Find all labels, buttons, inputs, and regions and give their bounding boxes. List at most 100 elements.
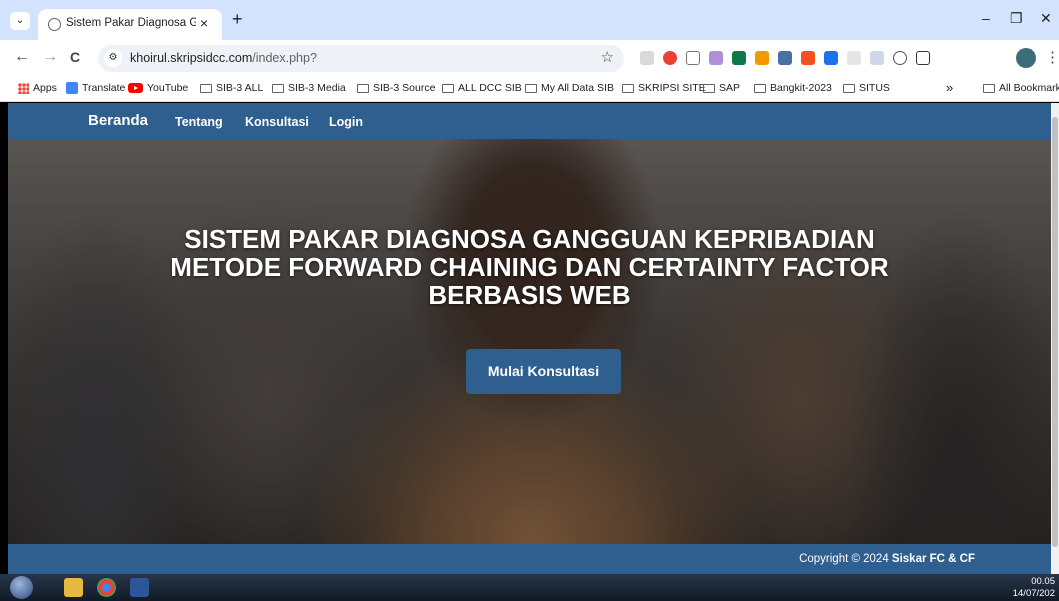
extensions-row — [640, 49, 930, 67]
bookmark-skripsi-site[interactable]: SKRIPSI SITE — [622, 82, 706, 94]
tab-close-icon[interactable]: × — [200, 15, 208, 31]
nav-link-login[interactable]: Login — [329, 115, 363, 129]
bookmark-sib3-source[interactable]: SIB-3 Source — [357, 82, 435, 94]
file-explorer-icon[interactable] — [64, 578, 83, 597]
chrome-taskbar-icon[interactable] — [97, 578, 116, 597]
bookmark-sap[interactable]: SAP — [703, 82, 740, 94]
bookmark-label: ALL DCC SIB — [458, 82, 522, 94]
extension-cap-icon[interactable] — [824, 51, 838, 65]
bookmark-apps[interactable]: Apps — [18, 82, 57, 94]
nav-link-tentang[interactable]: Tentang — [175, 115, 223, 129]
bookmark-label: All Bookmarks — [999, 82, 1059, 94]
copyright-brand: Siskar FC & CF — [891, 553, 975, 565]
site-navbar: Beranda Tentang Konsultasi Login — [8, 103, 1051, 139]
screen: ⌄ Sistem Pakar Diagnosa Ganggu × + – ❐ ✕… — [0, 0, 1059, 601]
bookmark-label: Apps — [33, 82, 57, 94]
youtube-icon — [128, 83, 143, 93]
bookmark-bangkit-2023[interactable]: Bangkit-2023 — [754, 82, 832, 94]
bookmark-my-all-data-sib[interactable]: My All Data SIB — [525, 82, 614, 94]
bookmarks-overflow-icon[interactable]: » — [946, 80, 953, 95]
bookmark-sib3-all[interactable]: SIB-3 ALL — [200, 82, 263, 94]
bookmark-situs[interactable]: SITUS — [843, 82, 890, 94]
bookmark-translate[interactable]: Translate — [66, 82, 125, 94]
back-arrow-icon[interactable]: ← — [14, 48, 30, 66]
bookmark-label: SIB-3 ALL — [216, 82, 264, 94]
url-host: khoirul.skripsidcc.com — [130, 51, 253, 65]
profile-avatar-icon[interactable] — [1016, 48, 1036, 68]
page-scrollbar[interactable] — [1051, 103, 1059, 574]
folder-icon — [200, 83, 212, 93]
nav-brand-beranda[interactable]: Beranda — [88, 112, 148, 129]
new-tab-icon[interactable]: + — [232, 9, 243, 30]
bookmark-sib3-media[interactable]: SIB-3 Media — [272, 82, 346, 94]
downloads-icon[interactable] — [893, 51, 907, 65]
start-button-icon[interactable] — [10, 576, 33, 599]
web-page-viewport: Beranda Tentang Konsultasi Login SISTEM … — [8, 103, 1051, 574]
extension-box-icon[interactable] — [870, 51, 884, 65]
forward-arrow-icon[interactable]: → — [42, 48, 58, 66]
bookmark-label: Bangkit-2023 — [770, 82, 832, 94]
bookmark-label: Translate — [82, 82, 126, 94]
bookmark-star-icon[interactable]: ☆ — [601, 48, 614, 66]
window-close-icon[interactable]: ✕ — [1040, 10, 1052, 27]
bookmark-all-dcc-sib[interactable]: ALL DCC SIB — [442, 82, 522, 94]
tab-search-chevron-icon[interactable]: ⌄ — [10, 12, 30, 30]
site-footer: Copyright © 2024 Siskar FC & CF — [8, 544, 1051, 574]
bookmark-label: SIB-3 Media — [288, 82, 346, 94]
folder-icon — [843, 83, 855, 93]
windows-taskbar: 00.05 14/07/202 — [0, 574, 1059, 601]
nav-link-konsultasi[interactable]: Konsultasi — [245, 115, 309, 129]
hero-background-photo — [8, 139, 1051, 544]
bookmark-all-bookmarks[interactable]: All Bookmarks — [983, 82, 1059, 94]
bookmark-label: My All Data SIB — [541, 82, 614, 94]
bookmark-label: SITUS — [859, 82, 890, 94]
folder-icon — [357, 83, 369, 93]
browser-toolbar: ← → C ⚙ khoirul.skripsidcc.com/index.php… — [0, 40, 1059, 76]
extension-grid-icon[interactable] — [640, 51, 654, 65]
bookmark-label: YouTube — [147, 82, 189, 94]
bookmark-youtube[interactable]: YouTube — [128, 82, 188, 94]
tab-title: Sistem Pakar Diagnosa Ganggu — [66, 17, 196, 29]
scrollbar-thumb[interactable] — [1052, 117, 1058, 547]
hero-title-line: METODE FORWARD CHAINING DAN CERTAINTY FA… — [170, 252, 889, 282]
folder-icon — [754, 83, 766, 93]
bookmarks-bar: Apps Translate YouTube SIB-3 ALL SIB-3 M… — [0, 76, 1059, 102]
minimize-icon[interactable]: – — [982, 10, 990, 26]
extension-crosshair-icon[interactable] — [686, 51, 700, 65]
globe-favicon-icon — [48, 18, 61, 31]
restore-icon[interactable]: ❐ — [1010, 10, 1023, 27]
start-consultation-button[interactable]: Mulai Konsultasi — [466, 349, 621, 394]
extension-frame-icon[interactable] — [847, 51, 861, 65]
copyright-text: Copyright © 2024 Siskar FC & CF — [799, 553, 975, 565]
bookmark-label: SAP — [719, 82, 741, 94]
site-info-icon[interactable]: ⚙ — [104, 49, 122, 67]
folder-icon — [703, 83, 715, 93]
extension-person-icon[interactable] — [801, 51, 815, 65]
folder-icon — [622, 83, 634, 93]
bookmark-label: SKRIPSI SITE — [638, 82, 706, 94]
folder-icon — [442, 83, 454, 93]
reload-icon[interactable]: C — [70, 49, 80, 65]
extension-rocket-icon[interactable] — [755, 51, 769, 65]
url-text: khoirul.skripsidcc.com/index.php? — [130, 51, 317, 65]
extension-badge-icon[interactable] — [732, 51, 746, 65]
address-bar[interactable]: ⚙ khoirul.skripsidcc.com/index.php? ☆ — [98, 45, 624, 72]
apps-grid-icon — [18, 82, 29, 94]
browser-tab-active[interactable]: Sistem Pakar Diagnosa Ganggu × — [38, 9, 222, 40]
hero-title: SISTEM PAKAR DIAGNOSA GANGGUAN KEPRIBADI… — [128, 225, 931, 309]
extensions-puzzle-icon[interactable] — [916, 51, 930, 65]
extension-doc-icon[interactable] — [778, 51, 792, 65]
clock-time: 00.05 — [1031, 576, 1055, 587]
browser-tab-strip: ⌄ Sistem Pakar Diagnosa Ganggu × + – ❐ ✕ — [0, 0, 1059, 40]
bookmark-label: SIB-3 Source — [373, 82, 436, 94]
extension-color-icon[interactable] — [663, 51, 677, 65]
folder-icon — [272, 83, 284, 93]
system-clock[interactable]: 00.05 14/07/202 — [1013, 576, 1055, 600]
word-taskbar-icon[interactable] — [130, 578, 149, 597]
copyright-prefix: Copyright © 2024 — [799, 553, 892, 565]
browser-menu-icon[interactable]: ⋮ — [1045, 48, 1059, 66]
folder-icon — [983, 83, 995, 93]
extension-puzzle-icon[interactable] — [709, 51, 723, 65]
hero-title-line: SISTEM PAKAR DIAGNOSA GANGGUAN KEPRIBADI… — [184, 224, 875, 254]
url-path: /index.php? — [252, 51, 317, 65]
